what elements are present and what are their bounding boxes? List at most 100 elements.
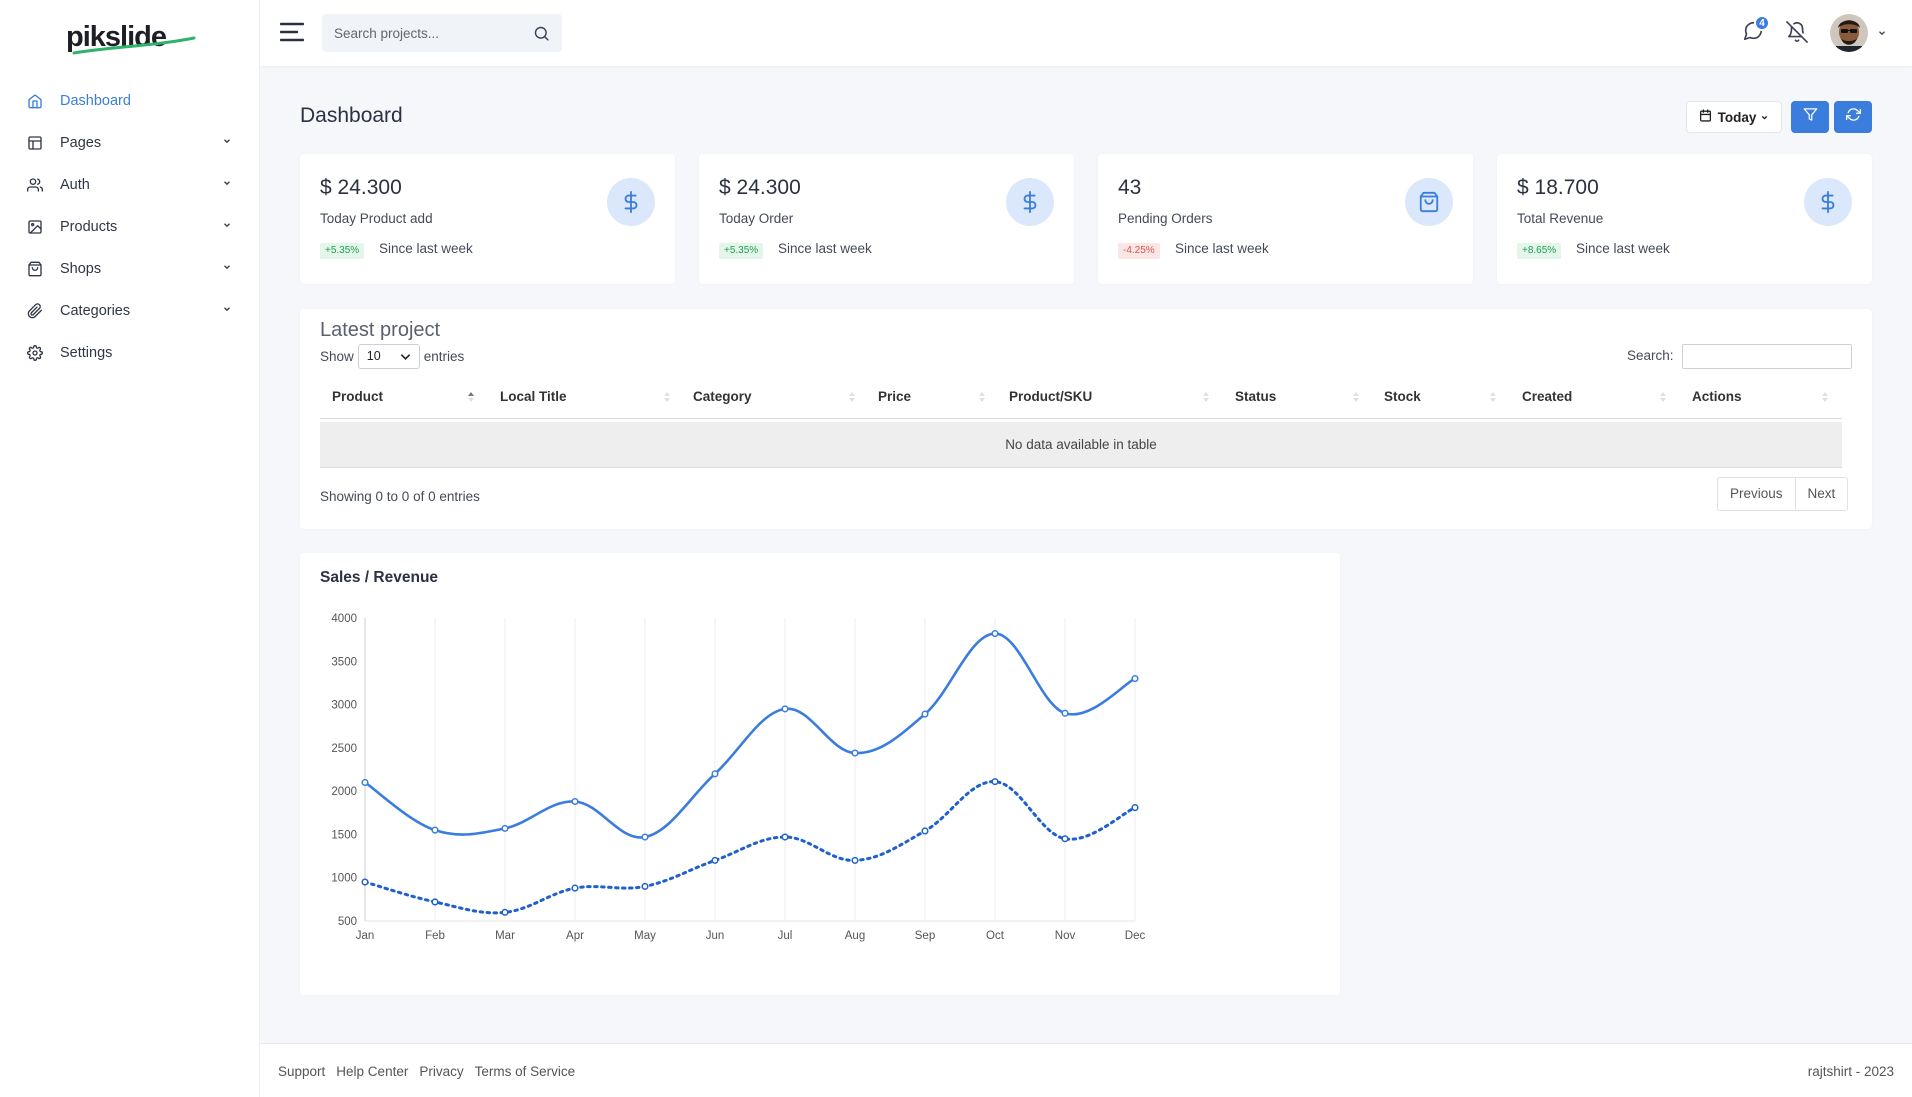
refresh-icon [1845, 107, 1861, 127]
refresh-button[interactable] [1834, 101, 1872, 133]
table-empty-row: No data available in table [320, 422, 1842, 468]
column-header-category[interactable]: Category [693, 375, 752, 419]
x-tick-label: Apr [566, 930, 584, 942]
sidebar-item-settings[interactable]: Settings [0, 332, 260, 374]
chevron-down-icon[interactable] [1877, 28, 1887, 38]
chevron-down-icon [224, 181, 230, 186]
filter-button[interactable] [1791, 101, 1829, 133]
column-header-price[interactable]: Price [878, 375, 911, 419]
y-tick-label: 3000 [331, 700, 357, 712]
sidebar-item-categories[interactable]: Categories [0, 290, 260, 332]
y-tick-label: 3500 [331, 656, 357, 668]
avatar[interactable] [1830, 14, 1868, 52]
sort-asc-icon [468, 392, 474, 402]
sales-revenue-card: Sales / Revenue Jan Feb Mar Apr May Jun Jul Aug… [300, 553, 1340, 995]
column-header-stock[interactable]: Stock [1384, 375, 1421, 419]
previous-page-button[interactable]: Previous [1718, 478, 1795, 510]
column-label: Stock [1384, 389, 1421, 404]
date-filter-button[interactable]: Today [1686, 101, 1782, 133]
data-point [781, 705, 789, 713]
column-header-product-sku[interactable]: Product/SKU [1009, 375, 1092, 419]
sidebar-item-label: Categories [60, 303, 131, 319]
search-bar [322, 14, 562, 52]
paperclip-icon [26, 302, 44, 320]
data-point [1131, 804, 1139, 812]
topbar: 4 [260, 0, 1912, 66]
next-page-button[interactable]: Next [1794, 478, 1848, 510]
column-header-created[interactable]: Created [1522, 375, 1572, 419]
column-header-product[interactable]: Product [332, 375, 383, 419]
search-input[interactable] [322, 14, 522, 52]
gear-icon [26, 344, 44, 362]
avatar-image [1830, 14, 1868, 52]
search-icon[interactable] [533, 25, 550, 47]
column-header-status[interactable]: Status [1235, 375, 1276, 419]
data-point [781, 833, 789, 841]
sort-icon [1490, 392, 1496, 402]
footer-copyright: rajtshirt - 2023 [1807, 1064, 1894, 1079]
sort-icon [1353, 392, 1359, 402]
stat-value: $ 24.300 [719, 176, 801, 199]
x-tick-label: May [634, 930, 656, 942]
table-search-input[interactable] [1682, 344, 1852, 369]
table-title: Latest project [320, 319, 441, 341]
data-point [431, 826, 439, 834]
entries-select[interactable]: 10 [357, 344, 420, 369]
sidebar-item-products[interactable]: Products [0, 206, 260, 248]
sidebar-item-shops[interactable]: Shops [0, 248, 260, 290]
entries-label: entries [423, 349, 465, 364]
y-tick-label: 4000 [331, 613, 357, 625]
series-line-1 [363, 632, 1137, 839]
x-tick-label: Aug [845, 930, 865, 942]
dollar-icon [1804, 178, 1852, 226]
column-header-actions[interactable]: Actions [1692, 375, 1742, 419]
chevron-down-icon [1760, 110, 1769, 125]
y-tick-label: 2500 [331, 743, 357, 755]
data-point [501, 908, 509, 916]
stat-change-badge: +5.35% [719, 243, 764, 259]
brand-logo[interactable]: pikslide [64, 16, 204, 60]
menu-toggle-icon[interactable] [279, 21, 305, 48]
footer-link-terms[interactable]: Terms of Service [475, 1064, 576, 1079]
sidebar-nav: Dashboard Pages Auth Products Shops Cate… [0, 80, 260, 374]
column-header-local-title[interactable]: Local Title [500, 375, 567, 419]
data-point [361, 778, 369, 787]
entries-control: Show 10 entries [320, 344, 464, 369]
sidebar-item-dashboard[interactable]: Dashboard [0, 80, 260, 122]
bell-off-icon[interactable] [1786, 21, 1808, 48]
column-label: Product/SKU [1009, 389, 1093, 404]
chart-series [361, 630, 1139, 916]
sort-icon [1203, 392, 1209, 402]
dollar-icon [1006, 178, 1054, 226]
data-point [921, 710, 929, 718]
y-tick-label: 500 [338, 916, 357, 928]
stat-since: Since last week [379, 241, 473, 256]
sidebar-item-auth[interactable]: Auth [0, 164, 260, 206]
footer-link-privacy[interactable]: Privacy [419, 1064, 463, 1079]
latest-project-card: Latest project Show 10 entries Search: P… [300, 309, 1872, 529]
data-point [1131, 675, 1139, 683]
footer-link-support[interactable]: Support [278, 1064, 325, 1079]
sort-icon [1822, 392, 1828, 402]
dollar-icon [607, 178, 655, 226]
column-label: Product [332, 389, 384, 404]
sidebar-item-label: Dashboard [60, 93, 131, 109]
home-icon [26, 92, 44, 110]
entries-value: 10 [366, 349, 381, 363]
show-label: Show [320, 349, 354, 364]
sidebar-item-pages[interactable]: Pages [0, 122, 260, 164]
y-tick-label: 1000 [331, 873, 357, 885]
chevron-down-icon [224, 223, 230, 228]
chart-axes: Jan Feb Mar Apr May Jun Jul Aug Sep Oct Nov Dec 500 1… [331, 613, 1145, 942]
data-point [431, 898, 439, 906]
data-point [501, 824, 509, 832]
x-tick-label: Feb [425, 930, 445, 942]
stat-change-badge: +8.65% [1517, 243, 1562, 259]
data-point [1061, 709, 1069, 717]
data-point [641, 833, 649, 841]
x-tick-label: Sep [915, 930, 935, 942]
footer-link-help-center[interactable]: Help Center [336, 1064, 408, 1079]
stat-change-badge: +5.35% [320, 243, 365, 259]
stat-label: Total Revenue [1517, 211, 1604, 226]
shopping-bag-icon [26, 260, 44, 278]
